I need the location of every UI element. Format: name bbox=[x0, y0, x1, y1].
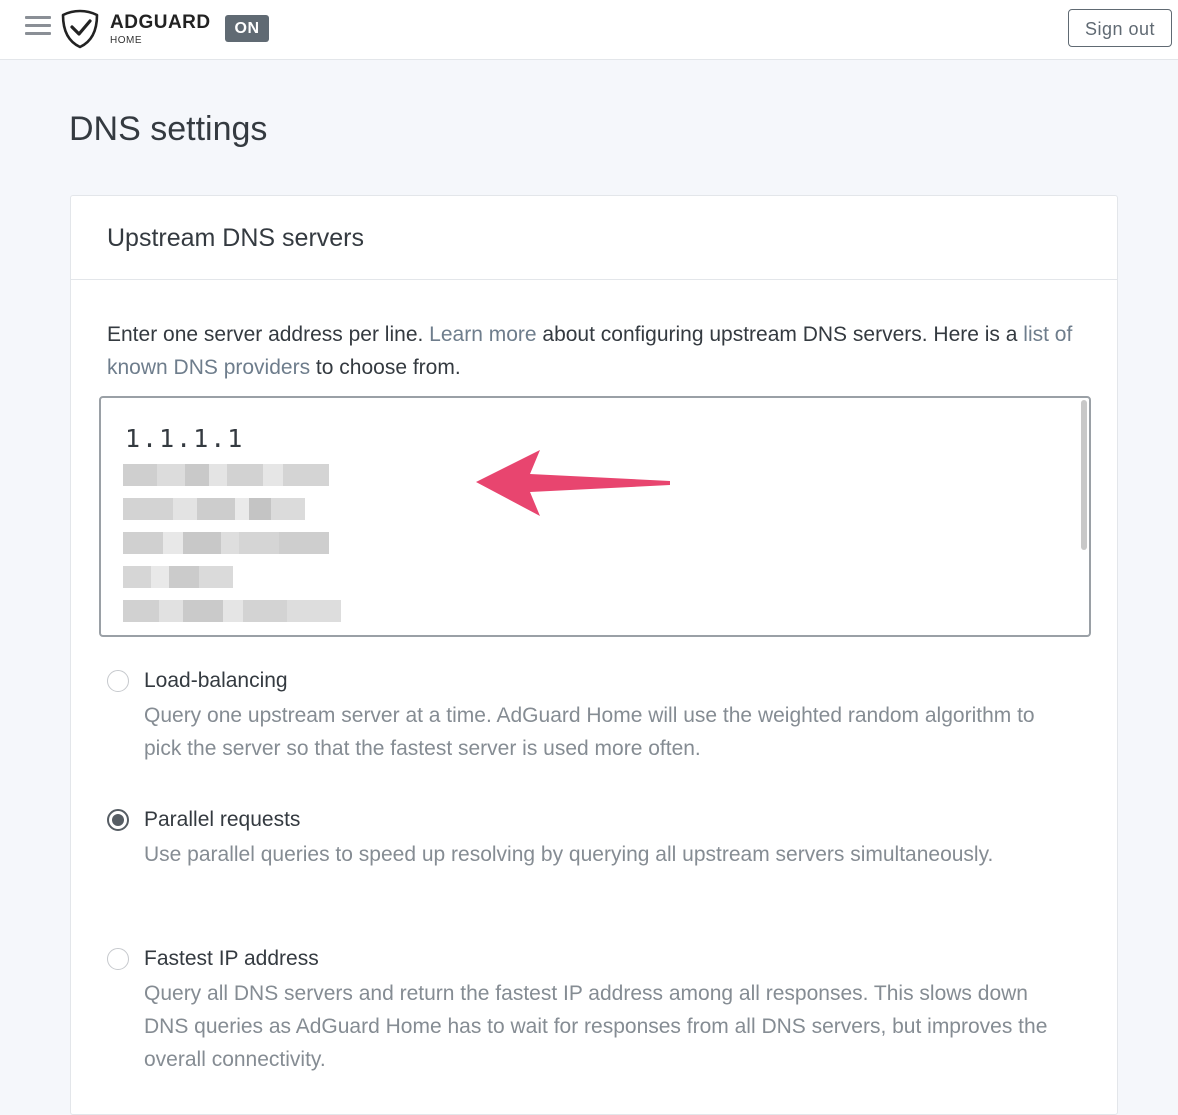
pixelated-server-line bbox=[123, 498, 308, 520]
option-description: Use parallel queries to speed up resolvi… bbox=[144, 843, 994, 866]
desc-text-1: Enter one server address per line. bbox=[107, 323, 430, 346]
pixelated-server-line bbox=[123, 464, 333, 486]
brand-name: ADGUARD bbox=[110, 12, 211, 33]
load-balancing-radio[interactable] bbox=[107, 670, 129, 692]
option-description: Query all DNS servers and return the fas… bbox=[144, 982, 1048, 1071]
page-title: DNS settings bbox=[69, 110, 268, 148]
option-description: Query one upstream server at a time. AdG… bbox=[144, 704, 1035, 760]
sign-out-button[interactable]: Sign out bbox=[1068, 9, 1172, 47]
card-title: Upstream DNS servers bbox=[71, 196, 1117, 280]
option-title: Parallel requests bbox=[144, 808, 301, 831]
parallel-requests-radio[interactable] bbox=[107, 809, 129, 831]
first-server-line: 1.1.1.1 bbox=[125, 424, 245, 453]
pixelated-server-line bbox=[123, 566, 235, 588]
pixelated-server-line bbox=[123, 532, 333, 554]
brand-logo[interactable]: ADGUARD HOME bbox=[110, 12, 211, 47]
menu-icon[interactable] bbox=[25, 16, 51, 38]
upstream-servers-textarea[interactable]: 1.1.1.1 bbox=[99, 396, 1091, 637]
top-header: ADGUARD HOME ON Sign out bbox=[0, 0, 1178, 60]
pixelated-server-line bbox=[123, 600, 343, 622]
textarea-scrollbar[interactable] bbox=[1081, 400, 1087, 550]
upstream-description: Enter one server address per line. Learn… bbox=[107, 318, 1087, 384]
annotation-arrow-icon bbox=[476, 450, 670, 516]
option-title: Load-balancing bbox=[144, 669, 288, 692]
adguard-shield-icon bbox=[61, 9, 99, 49]
protection-status-badge: ON bbox=[225, 15, 269, 42]
brand-subtitle: HOME bbox=[110, 35, 142, 46]
upstream-dns-card: Upstream DNS servers Enter one server ad… bbox=[70, 195, 1118, 1115]
desc-text-2: about configuring upstream DNS servers. … bbox=[536, 323, 1024, 346]
fastest-ip-radio[interactable] bbox=[107, 948, 129, 970]
learn-more-link[interactable]: Learn more bbox=[429, 323, 536, 346]
desc-text-3: to choose from. bbox=[310, 356, 461, 379]
option-title: Fastest IP address bbox=[144, 947, 319, 970]
